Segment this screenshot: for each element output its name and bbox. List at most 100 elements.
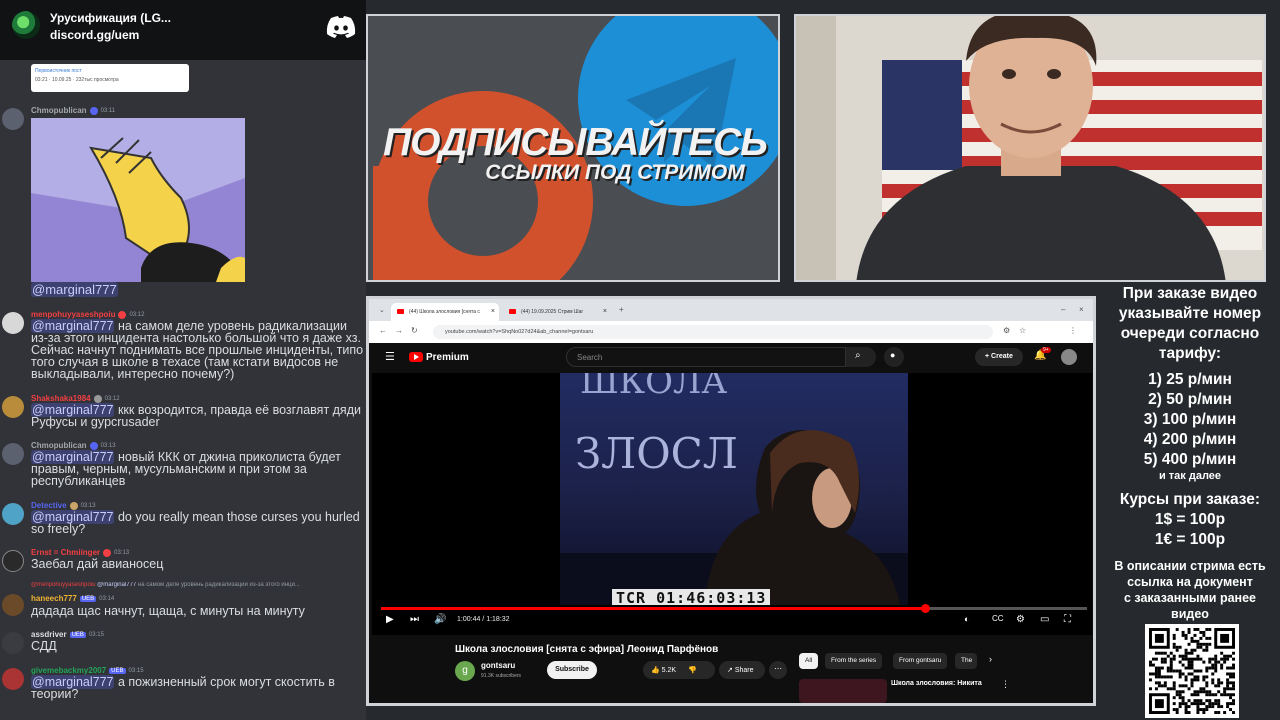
browser-tab-active[interactable]: (44) Школа злословия [снята с × bbox=[391, 303, 499, 321]
svg-text:ШКОЛА: ШКОЛА bbox=[580, 373, 727, 402]
bookmark-icon[interactable]: ☆ bbox=[1019, 326, 1026, 335]
volume-icon[interactable]: 🔊 bbox=[434, 614, 446, 625]
message-meta: Chmopublican 03:11 bbox=[31, 106, 115, 115]
server-invite[interactable]: discord.gg/uem bbox=[50, 28, 139, 42]
chip-more[interactable]: The bbox=[955, 653, 977, 669]
share-button[interactable]: ↗ Share bbox=[719, 661, 765, 679]
chip-all[interactable]: All bbox=[799, 653, 819, 669]
like-count: 5.2K bbox=[661, 667, 677, 674]
close-window-icon[interactable]: × bbox=[1079, 305, 1084, 314]
reply-preview[interactable]: @menpohuyyaseshpoiu @marginal777 на само… bbox=[31, 582, 366, 588]
username[interactable]: Ernst = Chmiinger bbox=[31, 548, 100, 557]
play-icon[interactable]: ▶ bbox=[386, 614, 394, 625]
reply-mention[interactable]: @marginal777 bbox=[97, 582, 136, 588]
stream-overlay: Урусификация (LG... discord.gg/uem Перво… bbox=[0, 0, 1280, 720]
youtube-search-input[interactable]: Search bbox=[566, 347, 846, 367]
order-line: При заказе видео bbox=[1122, 285, 1258, 302]
message-meta: haneech777 UEB 03:14 bbox=[31, 594, 114, 603]
recommended-more-icon[interactable]: ⋮ bbox=[1001, 679, 1010, 690]
message-text: Заебал дай авианосец bbox=[31, 558, 366, 571]
browser-menu-icon[interactable]: ⋮ bbox=[1069, 326, 1077, 335]
description-line: ссылка на документ bbox=[1127, 575, 1253, 589]
username[interactable]: Detective bbox=[31, 501, 67, 510]
timestamp: 03:11 bbox=[100, 107, 116, 114]
user-avatar[interactable] bbox=[2, 443, 24, 465]
tariff-line: 4) 200 р/мин bbox=[1143, 431, 1237, 448]
search-icon: ⌕ bbox=[855, 350, 861, 361]
youtube-premium-label[interactable]: Premium bbox=[426, 352, 469, 363]
thumbs-down-icon[interactable]: 👎 bbox=[688, 667, 697, 674]
youtube-page: ☰ Premium Search ⌕ ● + Create 🔔 9+ ШКОЛА… bbox=[369, 343, 1093, 703]
channel-avatar[interactable]: g bbox=[455, 661, 475, 681]
user-avatar[interactable] bbox=[2, 108, 24, 130]
timestamp: 03:13 bbox=[114, 549, 130, 556]
user-mention[interactable]: @marginal777 bbox=[31, 282, 118, 297]
extensions-icon[interactable]: ⚙ bbox=[1003, 326, 1010, 335]
youtube-logo-icon[interactable] bbox=[409, 352, 423, 362]
create-button[interactable]: + Create bbox=[975, 348, 1023, 366]
username[interactable]: Chmopublican bbox=[31, 106, 87, 115]
chevron-right-icon[interactable]: › bbox=[989, 654, 992, 664]
qr-code[interactable] bbox=[1145, 624, 1239, 718]
username[interactable]: Shakshaka1984 bbox=[31, 394, 91, 403]
more-actions-icon[interactable]: ⋯ bbox=[769, 661, 787, 679]
chip-from-series[interactable]: From the series bbox=[825, 653, 883, 669]
subscribe-button[interactable]: Subscribe bbox=[547, 661, 597, 679]
user-avatar[interactable] bbox=[2, 396, 24, 418]
subtitles-icon[interactable]: CC bbox=[992, 614, 1004, 623]
server-icon[interactable] bbox=[12, 11, 40, 39]
recommended-thumbnail[interactable] bbox=[799, 679, 887, 703]
autoplay-toggle-icon[interactable]: ◐ bbox=[964, 614, 969, 624]
close-tab-icon[interactable]: × bbox=[491, 308, 495, 315]
link-embed-card[interactable]: Первоисточник пост 03:21 · 10.09.25 · 23… bbox=[31, 64, 189, 92]
message-text: СДД bbox=[31, 640, 366, 653]
role-badge-icon bbox=[69, 501, 78, 510]
webcam-image bbox=[796, 16, 1264, 280]
hamburger-menu-icon[interactable]: ☰ bbox=[385, 350, 395, 363]
message-text: @marginal777 на самом деле уровень радик… bbox=[31, 319, 366, 380]
address-bar[interactable]: youtube.com/watch?v=ShqNo027d24&ab_chann… bbox=[433, 325, 993, 339]
account-avatar[interactable] bbox=[1061, 349, 1077, 365]
like-button[interactable]: 👍 5.2K 👎 bbox=[643, 661, 715, 679]
username[interactable]: givemebackmy2007 bbox=[31, 666, 106, 675]
user-avatar[interactable] bbox=[2, 503, 24, 525]
new-tab-icon[interactable]: + bbox=[619, 305, 624, 314]
user-avatar[interactable] bbox=[2, 668, 24, 690]
channel-name[interactable]: gontsaru bbox=[481, 661, 515, 670]
discord-logo-icon bbox=[326, 16, 356, 38]
back-icon[interactable]: ← bbox=[379, 326, 387, 335]
browser-window: ⌄ (44) Школа злословия [снята с × (44) 1… bbox=[366, 296, 1096, 706]
fullscreen-icon[interactable]: ⛶ bbox=[1064, 614, 1071, 625]
theater-mode-icon[interactable]: ▭ bbox=[1040, 614, 1049, 625]
username[interactable]: Chmopublican bbox=[31, 441, 87, 450]
video-player[interactable]: ШКОЛА ЗЛОСЛ TCR 01:46:03:13 ▶ ⏭ 🔊 1:00:4… bbox=[372, 373, 1092, 635]
banner-title: ПОДПИСЫВАЙТЕСЬ bbox=[383, 121, 768, 164]
voice-search-button[interactable]: ● bbox=[884, 347, 904, 367]
reload-icon[interactable]: ↻ bbox=[411, 326, 418, 335]
forward-icon[interactable]: → bbox=[395, 326, 403, 335]
chip-from-channel[interactable]: From gontsaru bbox=[893, 653, 948, 669]
user-avatar[interactable] bbox=[2, 550, 24, 572]
message-meta: Ernst = Chmiinger 03:13 bbox=[31, 548, 129, 557]
user-avatar[interactable] bbox=[2, 594, 24, 616]
username[interactable]: menpohuyyaseshpoiu bbox=[31, 310, 115, 319]
webcam-feed bbox=[794, 14, 1266, 282]
message-text: @marginal777 ккк возродится, правда её в… bbox=[31, 403, 366, 428]
minimize-icon[interactable]: – bbox=[1061, 305, 1065, 314]
username[interactable]: assdriver bbox=[31, 630, 67, 639]
close-tab-icon[interactable]: × bbox=[603, 308, 607, 315]
progress-scrubber[interactable] bbox=[920, 604, 930, 613]
tab-list-icon[interactable]: ⌄ bbox=[379, 306, 385, 314]
user-avatar[interactable] bbox=[2, 312, 24, 334]
user-avatar[interactable] bbox=[2, 632, 24, 654]
discord-chat-panel: Урусификация (LG... discord.gg/uem Перво… bbox=[0, 0, 366, 720]
username[interactable]: haneech777 bbox=[31, 594, 77, 603]
search-button[interactable]: ⌕ bbox=[846, 347, 876, 367]
reply-user[interactable]: @menpohuyyaseshpoiu bbox=[31, 582, 95, 588]
attached-image[interactable] bbox=[31, 118, 245, 282]
browser-tab[interactable]: (44) 19.09.2025 Стрим Шаг × bbox=[503, 303, 611, 321]
next-icon[interactable]: ⏭ bbox=[410, 614, 419, 625]
progress-bar[interactable] bbox=[381, 604, 1087, 613]
recommended-title[interactable]: Школа злословия: Никита bbox=[891, 680, 982, 687]
settings-gear-icon[interactable]: ⚙ bbox=[1016, 614, 1025, 625]
